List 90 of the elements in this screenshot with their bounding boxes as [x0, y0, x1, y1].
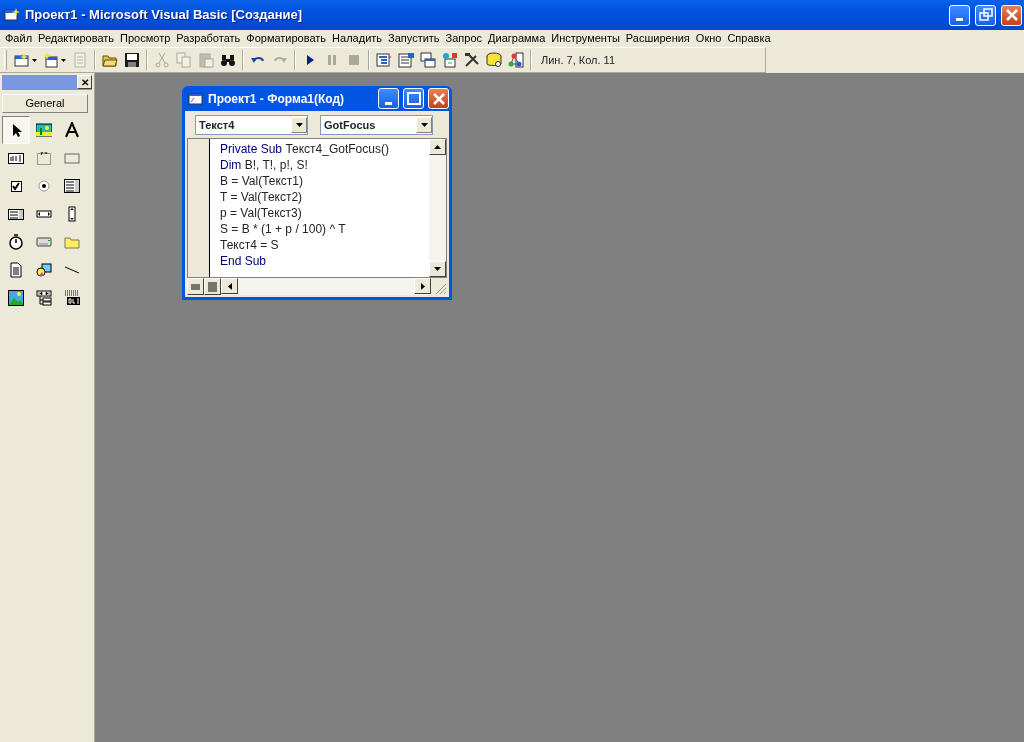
radio-button-icon [36, 178, 52, 194]
folder-icon [102, 52, 118, 68]
menu-item[interactable]: Расширения [622, 30, 693, 47]
down-arrow-icon [434, 267, 441, 271]
left-arrow-icon [227, 282, 232, 290]
combo-list-icon [64, 178, 80, 194]
horizontal-scrollbar[interactable] [221, 278, 431, 295]
clipboard-icon [198, 52, 214, 68]
scissors-icon [154, 52, 170, 68]
vertical-scrollbar[interactable] [429, 139, 446, 277]
menu-item[interactable]: Справка [724, 30, 774, 47]
window-title: Проект1 - Microsoft Visual Basic [Создание] [25, 6, 304, 25]
property-sheet-icon [398, 52, 414, 68]
stacked-windows-button[interactable] [417, 50, 439, 70]
code-line: Текст4 = S [220, 237, 280, 253]
list-box-icon [8, 206, 24, 222]
text-field-icon [8, 150, 24, 166]
stopwatch-icon [8, 234, 24, 250]
database-button[interactable] [483, 50, 505, 70]
shapes-icon [36, 262, 52, 278]
ole-container-icon [64, 290, 80, 306]
stop-icon [346, 52, 362, 68]
property-sheet-button[interactable] [395, 50, 417, 70]
toolbox-tab[interactable]: General [2, 94, 88, 113]
menu-item[interactable]: Запрос [442, 30, 486, 47]
restore-button[interactable] [975, 4, 996, 26]
shapes-box-icon [442, 52, 458, 68]
code-line: Private Sub Текст4_GotFocus() [220, 141, 390, 157]
close-button[interactable] [428, 88, 449, 109]
minimize-icon [956, 18, 963, 21]
menu-item[interactable]: Форматировать [243, 30, 330, 47]
code-line: T = Val(Текст2) [220, 189, 304, 205]
data-navigator-icon [36, 290, 52, 306]
code-line: Dim B!, T!, p!, S! [220, 157, 309, 173]
maximize-button[interactable] [403, 88, 424, 109]
menu-item[interactable]: Диаграмма [485, 30, 549, 47]
procedure-dropdown[interactable]: GotFocus [320, 115, 433, 135]
menu-item[interactable]: Разработать [173, 30, 244, 47]
minimize-button[interactable] [378, 88, 399, 109]
restore-icon [977, 7, 994, 23]
caret-icon [32, 58, 37, 62]
maximize-icon [405, 90, 422, 107]
procedure-view-button[interactable] [187, 278, 204, 295]
stacked-windows-icon [420, 52, 436, 68]
window-title: Проект1 - Форма1(Код) [208, 90, 346, 108]
code-editor[interactable]: Private Sub Текст4_GotFocus() Dim B!, T!, p!, S! B = Val(Текст1) T = Val(Текст2) p = Val(Текст3) S = B * (1 + p / 100) ^ T Текст4 = S End Sub [210, 139, 429, 277]
object-dropdown[interactable]: Текст4 [195, 115, 308, 135]
menu-item[interactable]: Файл [2, 30, 36, 47]
close-icon [430, 90, 447, 107]
menu-item[interactable]: Окно [692, 30, 725, 47]
up-arrow-icon [434, 145, 441, 149]
menu-item[interactable]: Инструменты [548, 30, 623, 47]
landscape-picture-icon [8, 290, 24, 306]
code-window-icon [188, 90, 204, 107]
cursor-position: Лин. 7, Кол. 11 [540, 52, 615, 68]
checkbox-icon [8, 178, 24, 194]
frame-icon [36, 150, 52, 166]
copy-icon [176, 52, 192, 68]
binoculars-icon [220, 52, 236, 68]
picture-icon [36, 122, 52, 138]
code-line: S = B * (1 + p / 100) ^ T [220, 221, 347, 237]
document-icon [72, 52, 88, 68]
caret-icon [420, 123, 428, 127]
letter-a-icon [64, 122, 80, 138]
app-icon [4, 7, 20, 23]
menu-item[interactable]: Просмотр [117, 30, 174, 47]
right-arrow-icon [420, 282, 425, 290]
caret-icon [61, 58, 66, 62]
minimize-button[interactable] [949, 4, 970, 26]
form-sparkle-icon [43, 52, 59, 68]
drive-icon [36, 234, 52, 250]
command-button-icon [64, 150, 80, 166]
code-line: B = Val(Текст1) [220, 173, 304, 189]
menu-item[interactable]: Редактировать [35, 30, 118, 47]
window-sparkle-icon [14, 52, 30, 68]
full-module-view-button[interactable] [204, 278, 221, 295]
connected-nodes-icon [508, 52, 524, 68]
close-button[interactable]: ✕ [77, 75, 92, 89]
close-button[interactable] [1001, 4, 1022, 26]
toolbox-tool[interactable] [2, 116, 30, 144]
folder-icon [64, 234, 80, 250]
close-icon [1003, 7, 1020, 23]
caret-icon [295, 123, 303, 127]
minimize-icon [385, 101, 392, 105]
menu-item[interactable]: Наладить [329, 30, 386, 47]
menu-item[interactable]: Запустить [385, 30, 443, 47]
document-icon [8, 262, 24, 278]
database-icon [486, 52, 502, 68]
code-line: End Sub [220, 253, 268, 269]
code-line: p = Val(Текст3) [220, 205, 303, 221]
